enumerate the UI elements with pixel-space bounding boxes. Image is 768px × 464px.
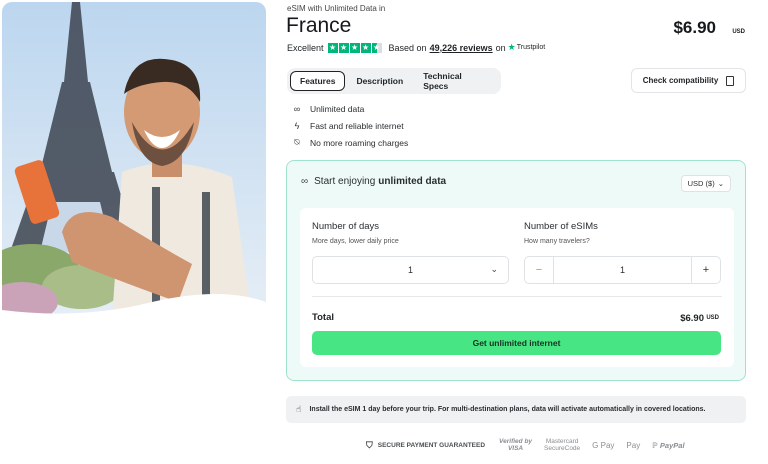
visa-top: Verified by — [499, 438, 533, 445]
star-icon: ★ — [327, 42, 338, 53]
phone-check-icon — [726, 75, 735, 86]
feature-label: Fast and reliable internet — [310, 121, 404, 131]
rating-based-on: Based on — [388, 42, 427, 53]
star-icon: ★ — [349, 42, 360, 53]
infinity-icon: ∞ — [301, 176, 309, 187]
visa-bottom: VISA — [507, 445, 524, 452]
total-value: $6.90 — [680, 313, 704, 324]
verified-by-visa-logo: Verified by VISA — [499, 438, 532, 452]
star-half-icon: ★ — [371, 42, 382, 53]
trustpilot-star-icon: ★ — [507, 42, 516, 52]
star-icon: ★ — [360, 42, 371, 53]
rating-stars: ★ ★ ★ ★ ★ — [327, 42, 383, 53]
price-currency: USD — [732, 29, 745, 35]
infinity-icon: ∞ — [293, 104, 301, 114]
mc-bottom: SecureCode — [544, 445, 581, 452]
rating-on: on — [495, 42, 506, 53]
secure-payment-label: SECURE PAYMENT GUARANTEED — [377, 441, 486, 449]
star-icon: ★ — [338, 42, 349, 53]
install-note-text: Install the eSIM 1 day before your trip.… — [309, 406, 706, 413]
plan-heading-bold: unlimited data — [378, 176, 447, 187]
esims-value[interactable]: 1 — [553, 257, 692, 283]
feature-unlimited-data: ∞ Unlimited data — [292, 104, 365, 114]
days-label: Number of days — [312, 221, 380, 232]
total-label: Total — [312, 312, 334, 323]
product-subtitle: eSIM with Unlimited Data in — [287, 4, 386, 13]
plan-heading-prefix: Start enjoying — [314, 176, 376, 187]
increment-button[interactable]: + — [692, 257, 720, 283]
check-compatibility-label: Check compatibility — [642, 76, 719, 85]
days-select[interactable]: 1 ⌄ — [312, 256, 509, 284]
payment-methods: ⛉ SECURE PAYMENT GUARANTEED Verified by … — [366, 438, 697, 452]
chevron-down-icon: ⌄ — [490, 264, 498, 274]
plan-form: Number of days More days, lower daily pr… — [300, 208, 734, 367]
decrement-button[interactable]: − — [525, 257, 553, 283]
apple-pay-logo: Pay — [626, 441, 640, 450]
rating-label: Excellent — [287, 42, 324, 53]
reviews-link[interactable]: 49,226 reviews — [430, 43, 493, 53]
feature-label: Unlimited data — [310, 104, 365, 114]
feature-no-roaming: ⍉ No more roaming charges — [292, 137, 408, 148]
esims-hint: How many travelers? — [524, 238, 590, 245]
shield-icon: ⛉ — [366, 439, 373, 450]
check-compatibility-button[interactable]: Check compatibility — [631, 68, 746, 93]
lightning-icon: ϟ — [294, 121, 300, 131]
currency-select-value: USD ($) — [687, 179, 715, 188]
feature-label: No more roaming charges — [310, 137, 409, 148]
divider — [312, 296, 722, 297]
paypal-icon: ℙ — [652, 440, 660, 450]
currency-select[interactable]: USD ($) ⌄ — [680, 175, 731, 192]
no-roaming-icon: ⍉ — [294, 137, 300, 147]
days-select-value: 1 — [407, 265, 413, 275]
paypal-label: PayPal — [659, 440, 685, 450]
days-hint: More days, lower daily price — [312, 238, 399, 245]
secure-payment: ⛉ SECURE PAYMENT GUARANTEED — [366, 440, 485, 451]
tab-description[interactable]: Description — [347, 71, 412, 91]
mastercard-securecode-logo: Mastercard SecureCode — [544, 438, 580, 452]
chevron-down-icon: ⌄ — [717, 179, 724, 188]
esims-label: Number of eSIMs — [524, 221, 598, 232]
install-note: ☝ Install the eSIM 1 day before your tri… — [286, 396, 746, 423]
trustpilot-logo: ★ Trustpilot — [508, 42, 546, 53]
tab-bar: Features Description Technical Specs — [287, 68, 501, 94]
hand-tap-icon: ☝ — [296, 404, 302, 414]
total-currency: USD — [706, 315, 719, 321]
paypal-logo: ℙ PayPal — [652, 441, 684, 450]
feature-fast-internet: ϟ Fast and reliable internet — [292, 121, 404, 131]
apple-pay-label: Pay — [626, 440, 641, 450]
trustpilot-rating: Excellent ★ ★ ★ ★ ★ Based on 49,226 revi… — [287, 42, 545, 53]
get-unlimited-internet-button[interactable]: Get unlimited internet — [312, 331, 721, 355]
esims-stepper: − 1 + — [524, 256, 721, 284]
trustpilot-label: Trustpilot — [516, 44, 546, 51]
plan-heading: ∞ Start enjoying unlimited data — [301, 176, 446, 187]
plan-card: ∞ Start enjoying unlimited data USD ($) … — [286, 160, 746, 381]
hero-image — [2, 2, 266, 320]
page-title: France — [286, 14, 352, 37]
tab-features[interactable]: Features — [290, 71, 346, 91]
price: $6.90 — [673, 18, 716, 37]
google-pay-logo: G Pay — [592, 440, 615, 450]
tab-technical-specs[interactable]: Technical Specs — [414, 71, 496, 91]
mc-top: Mastercard — [545, 438, 579, 445]
